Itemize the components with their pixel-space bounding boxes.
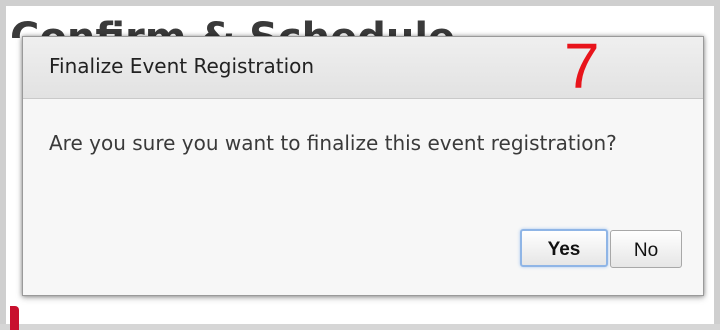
screenshot-stage: Confirm & Schedule Finalize Event Regist… (0, 0, 720, 330)
page-frame-bottom (0, 324, 720, 330)
page-frame-right (714, 0, 720, 330)
yes-button[interactable]: Yes (520, 229, 608, 267)
background-heading-text: Confirm & Schedule (10, 15, 456, 38)
step-number-annotation: 7 (564, 30, 600, 102)
dialog-title: Finalize Event Registration (49, 54, 315, 78)
dialog-message: Are you sure you want to finalize this e… (49, 131, 617, 155)
red-side-marker (10, 306, 19, 330)
page-frame-left (0, 0, 6, 330)
no-button[interactable]: No (610, 230, 682, 268)
finalize-dialog: Finalize Event Registration Are you sure… (22, 36, 704, 296)
dialog-header: Finalize Event Registration (23, 37, 703, 99)
background-page-heading: Confirm & Schedule (10, 6, 470, 38)
